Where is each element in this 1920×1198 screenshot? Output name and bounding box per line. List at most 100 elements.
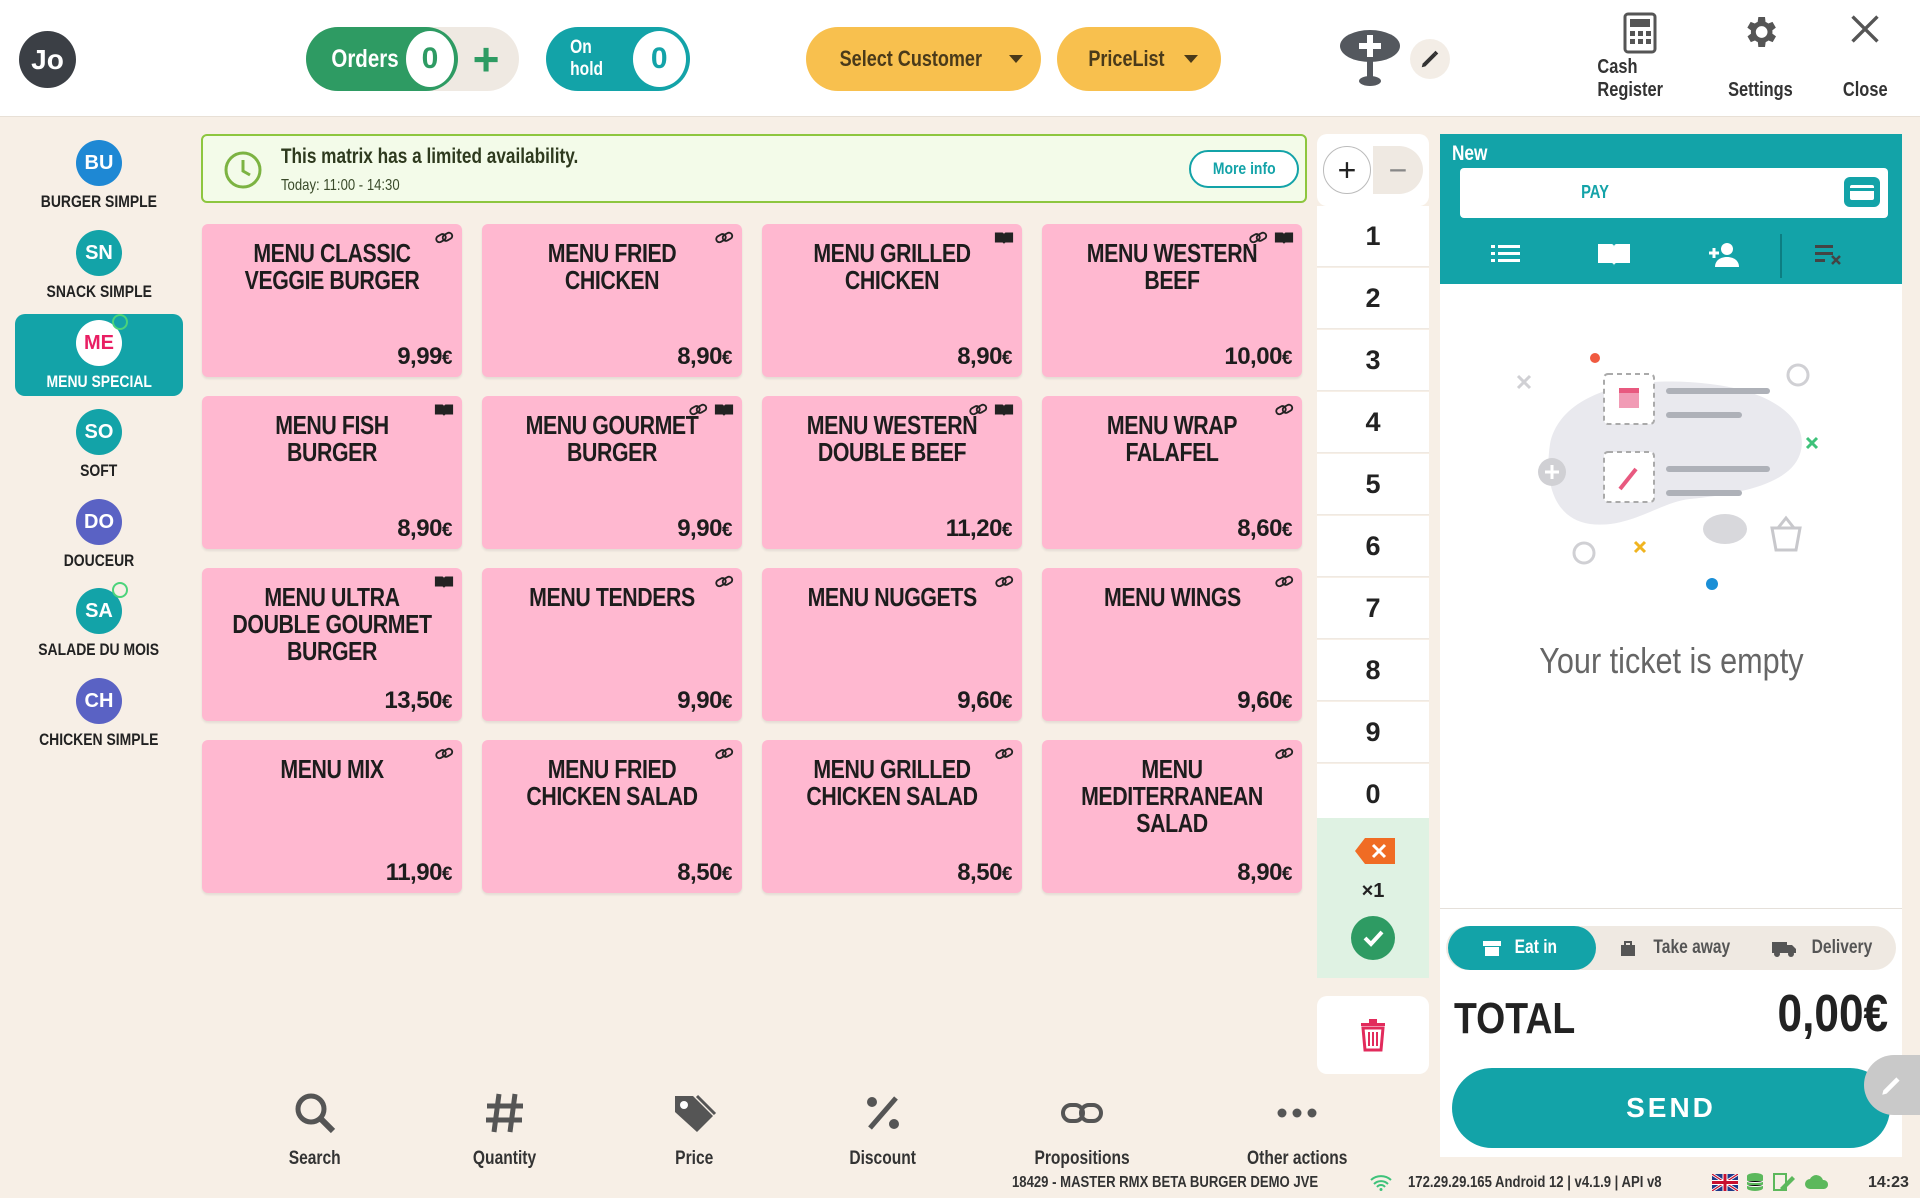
category-snack-simple[interactable]: SN SNACK SIMPLE [15, 224, 183, 306]
select-customer-label: Select Customer [839, 46, 982, 71]
new-order-button[interactable]: + [458, 31, 514, 87]
book-open-icon[interactable] [1594, 236, 1634, 272]
digit-7-button[interactable]: 7 [1317, 578, 1429, 639]
edit-fab-icon[interactable] [1864, 1055, 1920, 1115]
take-away-option[interactable]: Take away [1604, 926, 1754, 970]
ticket-header: New PAY [1440, 134, 1902, 284]
category-salade-du-mois[interactable]: SA SALADE DU MOIS [15, 582, 183, 664]
backspace-icon[interactable] [1353, 836, 1397, 866]
search-button[interactable]: Search [235, 1090, 395, 1170]
product-tile[interactable]: MENU GRILLED CHICKEN 8,90€ [762, 224, 1022, 377]
product-tile[interactable]: MENU MIX 11,90€ [202, 740, 462, 893]
propositions-button[interactable]: Propositions [1002, 1090, 1162, 1170]
orders-button[interactable]: Orders 0 [306, 27, 458, 91]
trash-icon [1361, 1019, 1385, 1052]
product-tile[interactable]: MENU GRILLED CHICKEN SALAD 8,50€ [762, 740, 1022, 893]
take-away-label: Take away [1653, 937, 1731, 958]
clock-icon [224, 151, 262, 189]
digit-0-button[interactable]: 0 [1317, 764, 1429, 825]
orders-count: 0 [405, 31, 454, 87]
product-price: 11,90€ [385, 859, 453, 886]
quantity-button[interactable]: Quantity [425, 1090, 585, 1170]
empty-ticket-illustration [1516, 353, 1819, 565]
numpad: − + 1 2 3 4 5 6 7 8 9 0 ×1 [1317, 134, 1429, 978]
product-tile[interactable]: MENU GOURMET BURGER 9,90€ [482, 396, 742, 549]
product-name: MENU NUGGETS [807, 582, 977, 612]
digit-3-button[interactable]: 3 [1317, 330, 1429, 391]
list-icon[interactable] [1486, 236, 1526, 272]
category-burger-simple[interactable]: BU BURGER SIMPLE [15, 134, 183, 216]
settings-button[interactable]: Settings [1722, 12, 1798, 102]
chevron-down-icon [1184, 55, 1199, 63]
product-tile[interactable]: MENU WESTERN BEEF 10,00€ [1042, 224, 1302, 377]
pricelist-button[interactable]: PriceList [1057, 27, 1221, 91]
table-plus-icon[interactable] [1338, 26, 1402, 90]
check-icon [1363, 930, 1384, 947]
product-tile[interactable]: MENU FRIED CHICKEN SALAD 8,50€ [482, 740, 742, 893]
product-price: 9,90€ [677, 515, 732, 542]
digit-2-button[interactable]: 2 [1317, 268, 1429, 329]
tag-icon [675, 1094, 717, 1132]
digit-5-button[interactable]: 5 [1317, 454, 1429, 515]
banner-subtitle: Today: 11:00 - 14:30 [281, 177, 400, 194]
digit-1-button[interactable]: 1 [1317, 206, 1429, 267]
category-chicken-simple[interactable]: CH CHICKEN SIMPLE [15, 672, 183, 754]
delete-button[interactable] [1317, 996, 1429, 1074]
category-avatar: ME [76, 314, 128, 366]
chevron-down-icon [1009, 55, 1024, 63]
product-tile[interactable]: MENU WRAP FALAFEL 8,60€ [1042, 396, 1302, 549]
digit-9-button[interactable]: 9 [1317, 702, 1429, 763]
product-name: MENU MIX [280, 754, 384, 784]
send-button[interactable]: SEND [1452, 1068, 1890, 1148]
delivery-option[interactable]: Delivery [1756, 926, 1894, 970]
other-actions-button[interactable]: Other actions [1217, 1090, 1377, 1170]
product-tile[interactable]: MENU TENDERS 9,90€ [482, 568, 742, 721]
product-tile[interactable]: MENU WINGS 9,60€ [1042, 568, 1302, 721]
close-button[interactable]: Close [1836, 12, 1894, 102]
select-customer-button[interactable]: Select Customer [806, 27, 1041, 91]
discount-button[interactable]: Discount [803, 1090, 963, 1170]
toolbar-divider [1780, 234, 1782, 278]
clear-list-icon[interactable] [1810, 236, 1850, 272]
confirm-button[interactable] [1351, 916, 1395, 960]
category-menu-special[interactable]: ME MENU SPECIAL [15, 314, 183, 396]
product-tile[interactable]: MENU FRIED CHICKEN 8,90€ [482, 224, 742, 377]
price-button[interactable]: Price [614, 1090, 774, 1170]
pay-button[interactable]: PAY [1460, 168, 1888, 218]
product-price: 9,60€ [957, 687, 1012, 714]
on-hold-button[interactable]: On hold 0 [546, 27, 690, 91]
pay-label: PAY [1581, 182, 1609, 202]
category-label: SOFT [80, 461, 118, 480]
more-info-button[interactable]: More info [1189, 150, 1299, 188]
product-name: MENU CLASSIC VEGGIE BURGER [244, 238, 420, 295]
eat-in-label: Eat in [1514, 937, 1558, 958]
product-name: MENU WESTERN BEEF [1086, 238, 1258, 295]
user-avatar[interactable]: Jo [19, 31, 76, 88]
eat-in-option[interactable]: Eat in [1448, 926, 1596, 970]
product-price: 8,90€ [397, 515, 452, 542]
category-label: MENU SPECIAL [46, 372, 152, 391]
product-tile[interactable]: MENU CLASSIC VEGGIE BURGER 9,99€ [202, 224, 462, 377]
category-douceur[interactable]: DO DOUCEUR [15, 493, 183, 575]
uk-flag-icon [1712, 1173, 1738, 1191]
digit-8-button[interactable]: 8 [1317, 640, 1429, 701]
product-tile[interactable]: MENU MEDITERRANEAN SALAD 8,90€ [1042, 740, 1302, 893]
digit-4-button[interactable]: 4 [1317, 392, 1429, 453]
product-tile[interactable]: MENU FISH BURGER 8,90€ [202, 396, 462, 549]
decrement-button[interactable]: − [1373, 146, 1423, 194]
other-actions-label: Other actions [1246, 1148, 1348, 1169]
product-tile[interactable]: MENU NUGGETS 9,60€ [762, 568, 1022, 721]
cash-register-button[interactable]: Cash Register [1588, 12, 1692, 102]
numpad-ops: ×1 [1317, 818, 1429, 978]
pencil-icon[interactable] [1410, 39, 1450, 79]
product-tile[interactable]: MENU WESTERN DOUBLE BEEF 11,20€ [762, 396, 1022, 549]
increment-button[interactable]: + [1323, 146, 1371, 194]
orders-label: Orders [331, 44, 399, 73]
product-tile[interactable]: MENU ULTRA DOUBLE GOURMET BURGER 13,50€ [202, 568, 462, 721]
category-avatar: BU [76, 140, 122, 186]
add-user-icon[interactable] [1704, 236, 1744, 272]
calculator-icon [1623, 12, 1657, 54]
pricelist-label: PriceList [1087, 46, 1165, 71]
digit-6-button[interactable]: 6 [1317, 516, 1429, 577]
category-soft[interactable]: SO SOFT [15, 403, 183, 485]
